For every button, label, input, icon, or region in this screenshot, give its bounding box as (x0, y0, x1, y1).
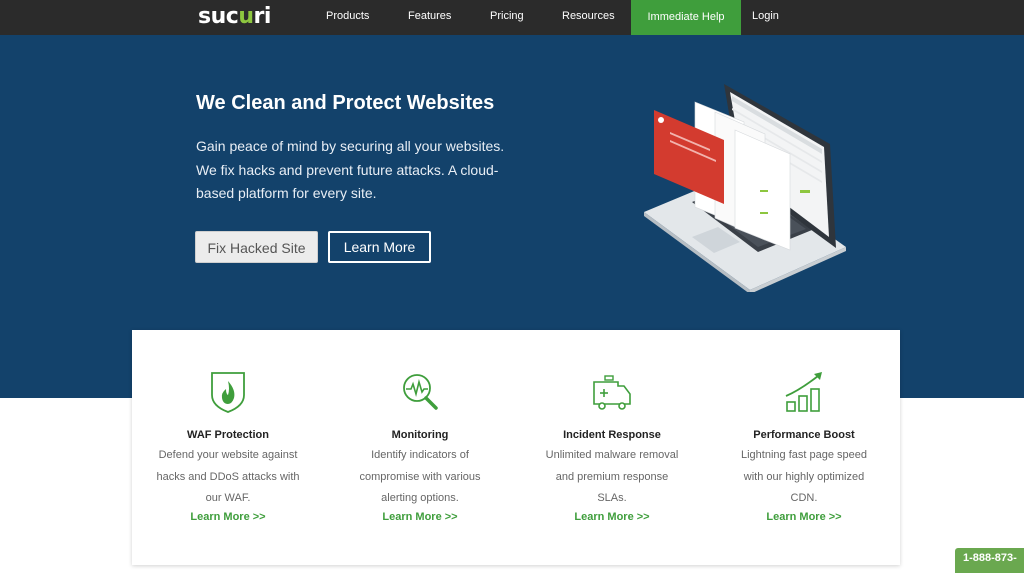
hero-description: Gain peace of mind by securing all your … (196, 138, 505, 201)
feature-performance-boost: Performance Boost Lightning fast page sp… (708, 330, 900, 565)
feature-waf-protection: WAF Protection Defend your website again… (132, 330, 324, 565)
feature-description: Lightning fast page speed with our highl… (741, 449, 867, 504)
ambulance-icon (593, 375, 631, 410)
logo-text-part1: suc (198, 4, 239, 29)
nav-resources[interactable]: Resources (562, 0, 615, 35)
growth-chart-icon (785, 372, 822, 412)
feature-description: Unlimited malware removal and premium re… (545, 449, 679, 504)
phone-number-badge[interactable]: 1-888-873- (955, 548, 1024, 573)
logo-text-part2: u (238, 4, 254, 29)
feature-title: WAF Protection (187, 429, 269, 441)
magnifier-pulse-icon (403, 374, 438, 410)
feature-title: Performance Boost (753, 429, 855, 441)
sucuri-logo[interactable]: sucuri (198, 4, 271, 29)
fix-hacked-site-button[interactable]: Fix Hacked Site (195, 231, 318, 263)
feature-description: Identify indicators of compromise with v… (359, 449, 481, 504)
nav-features[interactable]: Features (408, 0, 451, 35)
nav-pricing[interactable]: Pricing (490, 0, 524, 35)
feature-monitoring: Monitoring Identify indicators of compro… (324, 330, 516, 565)
feature-learn-more-link[interactable]: Learn More >> (132, 511, 324, 523)
feature-title: Monitoring (391, 429, 449, 441)
feature-title: Incident Response (563, 429, 661, 441)
feature-learn-more-link[interactable]: Learn More >> (708, 511, 900, 523)
top-navigation-bar: sucuri Products Features Pricing Resourc… (0, 0, 1024, 35)
feature-description: Defend your website against hacks and DD… (156, 449, 300, 504)
feature-learn-more-link[interactable]: Learn More >> (324, 511, 516, 523)
laptop-dashboard-illustration (644, 84, 846, 292)
features-card: WAF Protection Defend your website again… (132, 330, 900, 565)
feature-learn-more-link[interactable]: Learn More >> (516, 511, 708, 523)
hero-learn-more-button[interactable]: Learn More (328, 231, 431, 263)
hero-title: We Clean and Protect Websites (196, 92, 495, 114)
feature-incident-response: Incident Response Unlimited malware remo… (516, 330, 708, 565)
shield-fire-icon (211, 372, 245, 413)
logo-text-part3: ri (253, 4, 271, 29)
nav-products[interactable]: Products (326, 0, 369, 35)
immediate-help-button[interactable]: Immediate Help (631, 0, 741, 35)
nav-login[interactable]: Login (752, 0, 779, 35)
